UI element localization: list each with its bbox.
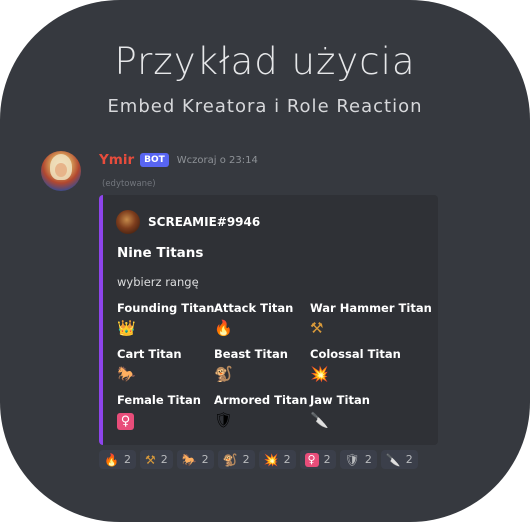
collision-icon: 💥 [263, 452, 279, 467]
field-name: Attack Titan [214, 301, 294, 315]
embed-field: Colossal Titan 💥 [310, 347, 401, 383]
reaction-count: 2 [242, 453, 250, 466]
embed-author: SCREAMIE#9946 [116, 210, 260, 234]
reaction-count: 2 [364, 453, 372, 466]
reaction-female-sign[interactable]: ♀ 2 [299, 450, 336, 469]
monkey-icon: 🐒 [214, 365, 233, 383]
embed-field: Armored Titan 🛡 [214, 393, 307, 429]
embed-field: Jaw Titan 🔪 [310, 393, 370, 429]
hammer-pick-icon: ⚒ [144, 452, 156, 467]
embed-description: wybierz rangę [117, 275, 199, 289]
horse-icon: 🐎 [117, 365, 136, 383]
embed-field: Female Titan ♀ [117, 393, 201, 430]
reaction-count: 2 [323, 453, 331, 466]
reaction-horse[interactable]: 🐎 2 [176, 450, 214, 469]
field-name: Founding Titan [117, 301, 215, 315]
monkey-icon: 🐒 [222, 452, 238, 467]
embed-field: Founding Titan 👑 [117, 301, 215, 337]
hammer-pick-icon: ⚒ [310, 319, 324, 337]
reaction-hammer-pick[interactable]: ⚒ 2 [139, 450, 173, 469]
field-name: Jaw Titan [310, 393, 370, 407]
embed-author-name: SCREAMIE#9946 [148, 215, 261, 229]
message-timestamp[interactable]: Wczoraj o 23:14 [177, 155, 258, 166]
female-sign-icon: ♀ [304, 452, 319, 467]
field-name: Armored Titan [214, 393, 308, 407]
bot-badge: BOT [140, 153, 169, 167]
embed: SCREAMIE#9946 Nine Titans wybierz rangę … [99, 195, 438, 445]
embed-field: Cart Titan 🐎 [117, 347, 182, 383]
reaction-count: 2 [283, 453, 291, 466]
message-header: Ymir BOT Wczoraj o 23:14 [99, 150, 258, 170]
reaction-collision[interactable]: 💥 2 [258, 450, 296, 469]
avatar[interactable] [41, 151, 81, 191]
crown-icon: 👑 [117, 319, 136, 337]
field-name: Colossal Titan [310, 347, 401, 361]
embed-field: War Hammer Titan ⚒ [310, 301, 432, 337]
username[interactable]: Ymir [99, 152, 134, 168]
page-title: Przykład użycia [114, 40, 416, 83]
reaction-monkey[interactable]: 🐒 2 [217, 450, 255, 469]
reactions-bar: 🔥 2 ⚒ 2 🐎 2 🐒 2 💥 2 ♀ 2 🛡 2 🔪 2 [99, 450, 418, 469]
reaction-count: 2 [160, 453, 168, 466]
reaction-fire[interactable]: 🔥 2 [99, 450, 136, 469]
shield-icon: 🛡 [214, 411, 234, 429]
shield-icon: 🛡 [344, 452, 360, 467]
embed-author-avatar [116, 210, 140, 234]
knife-icon: 🔪 [310, 411, 329, 429]
embed-field: Beast Titan 🐒 [214, 347, 288, 383]
fire-icon: 🔥 [104, 452, 119, 467]
reaction-shield[interactable]: 🛡 2 [339, 450, 377, 469]
reaction-count: 2 [123, 453, 131, 466]
knife-icon: 🔪 [385, 452, 401, 467]
showcase-card: Przykład użycia Embed Kreatora i Role Re… [0, 0, 530, 522]
female-sign-icon: ♀ [117, 413, 134, 430]
horse-icon: 🐎 [181, 452, 197, 467]
collision-icon: 💥 [310, 365, 329, 383]
embed-field: Attack Titan 🔥 [214, 301, 293, 337]
reaction-knife[interactable]: 🔪 2 [380, 450, 418, 469]
reaction-count: 2 [405, 453, 413, 466]
field-name: War Hammer Titan [310, 301, 432, 315]
field-name: Female Titan [117, 393, 201, 407]
fire-icon: 🔥 [214, 319, 233, 337]
field-name: Cart Titan [117, 347, 182, 361]
page-subtitle: Embed Kreatora i Role Reaction [107, 96, 423, 117]
edited-label: (edytowane) [102, 179, 156, 189]
embed-title: Nine Titans [117, 245, 204, 261]
reaction-count: 2 [201, 453, 209, 466]
field-name: Beast Titan [214, 347, 288, 361]
